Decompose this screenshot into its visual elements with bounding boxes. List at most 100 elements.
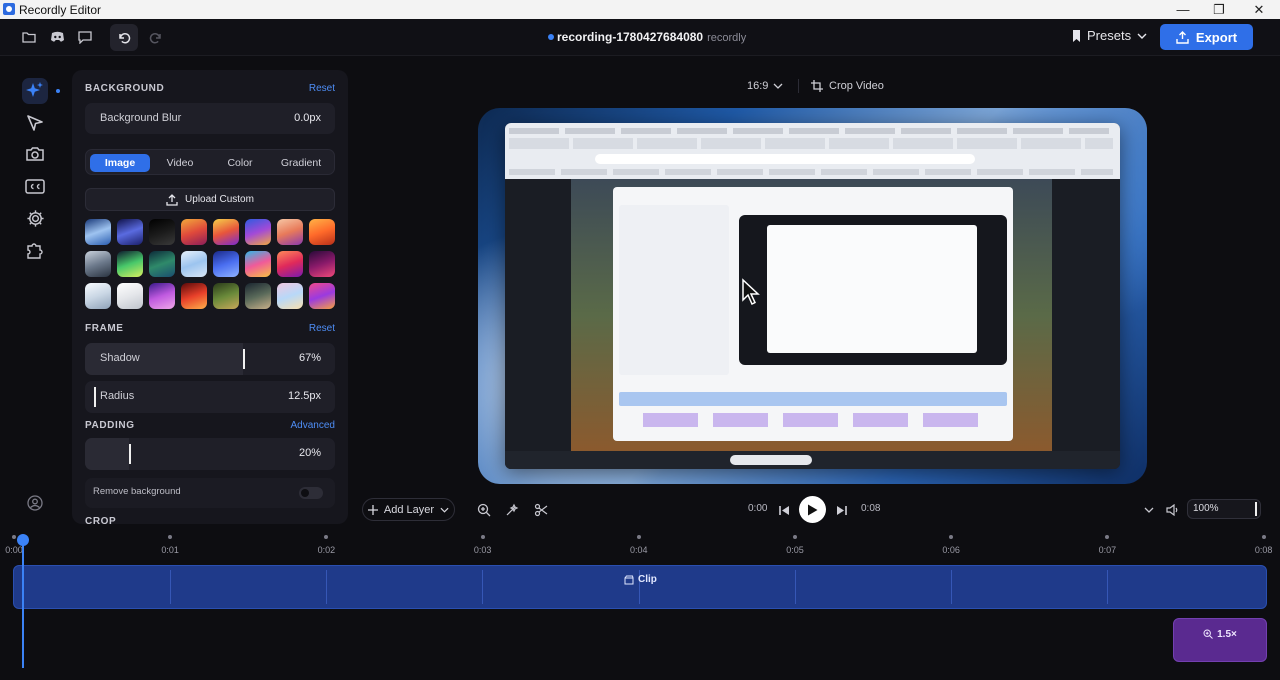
redo-button[interactable] [142,24,170,51]
magic-wand-button[interactable] [503,501,521,519]
wallpaper-swatch-crimson-flare[interactable] [181,283,207,309]
more-options-dropdown[interactable] [1140,501,1158,519]
presets-button[interactable]: Presets [1072,28,1147,43]
padding-value: 20% [298,447,321,459]
nested-editor-window [613,187,1013,441]
sparkles-icon [26,82,43,97]
upload-icon [166,193,178,206]
wallpaper-swatch-blue-wave[interactable] [85,219,111,245]
skip-back-button[interactable] [775,501,793,519]
wallpaper-swatch-orange-glow[interactable] [309,219,335,245]
background-blur-field[interactable]: Background Blur 0.0px [85,103,335,134]
wallpaper-swatch-sunset-red[interactable] [181,219,207,245]
nested-panel [619,205,729,375]
nested-preview [739,215,1007,365]
unsaved-dot [548,34,554,40]
tab-video[interactable]: Video [150,154,210,172]
chevron-down-icon [1144,507,1154,513]
playhead[interactable] [17,534,29,668]
captions-tab-button[interactable] [22,173,48,199]
ruler-tick [1105,535,1110,539]
wallpaper-swatch-rainbow-wave[interactable] [213,219,239,245]
export-button[interactable]: Export [1160,24,1253,50]
window-title: Recordly Editor [19,3,102,17]
wallpaper-swatch-blue-ribbon[interactable] [213,251,239,277]
wallpaper-swatch-magenta-night[interactable] [309,251,335,277]
wallpaper-swatch-violet-ribbon[interactable] [245,219,271,245]
camera-tab-button[interactable] [22,141,48,167]
aspect-ratio-dropdown[interactable]: 16:9 [747,80,783,92]
extensions-tab-button[interactable] [22,237,48,263]
ruler-tick [168,535,173,539]
maximize-button[interactable]: ❐ [1199,0,1239,19]
wallpaper-swatch-mountain-dusk[interactable] [245,283,271,309]
open-folder-icon[interactable] [20,28,38,46]
account-button[interactable] [22,490,48,516]
nested-zoom-track [643,413,983,427]
skip-forward-button[interactable] [832,501,850,519]
frame-reset-link[interactable]: Reset [309,323,335,334]
ruler-label: 0:02 [317,545,336,555]
timeline-zoom-control[interactable]: 100% [1187,499,1261,519]
wallpaper-swatch-pastel-rainbow[interactable] [277,283,303,309]
background-reset-link[interactable]: Reset [309,83,335,94]
padding-slider-thumb[interactable] [129,444,131,464]
wallpaper-swatch-green-aurora[interactable] [117,251,143,277]
toggle-knob [301,489,309,497]
crop-video-button[interactable]: Crop Video [811,80,884,92]
volume-button[interactable] [1164,501,1182,519]
feedback-icon[interactable] [76,28,94,46]
wallpaper-swatch-forest-field[interactable] [213,283,239,309]
close-window-button[interactable]: ✕ [1239,0,1279,19]
wallpaper-swatch-red-pink[interactable] [277,251,303,277]
undo-button[interactable] [110,24,138,51]
bookmark-icon [1073,29,1080,42]
app-logo-icon [3,3,15,15]
wallpaper-swatch-teal-hills[interactable] [149,251,175,277]
export-label: Export [1195,29,1238,45]
play-icon [808,504,818,515]
header-divider [798,79,799,93]
magic-wand-icon [506,503,519,516]
settings-tab-button[interactable] [22,205,48,231]
padding-advanced-link[interactable]: Advanced [291,420,335,431]
wallpaper-swatch-silver-light[interactable] [117,283,143,309]
effects-tab-button[interactable] [22,78,48,104]
upload-custom-button[interactable]: Upload Custom [85,188,335,211]
zoom-clip[interactable]: 1.5× [1173,618,1267,662]
zoom-in-button[interactable] [475,501,493,519]
radius-slider[interactable]: Radius 12.5px [85,381,335,413]
tab-gradient[interactable]: Gradient [270,154,332,172]
minimize-button[interactable]: — [1163,0,1203,19]
shadow-slider[interactable]: Shadow 67% [85,343,335,375]
video-clip-track[interactable] [13,565,1267,609]
discord-icon[interactable] [48,28,66,46]
zoom-clip-label: 1.5× [1217,629,1237,640]
wallpaper-swatch-sky-soft[interactable] [181,251,207,277]
wallpaper-swatch-white-cloud[interactable] [85,283,111,309]
cursor-tab-button[interactable] [22,110,48,136]
wallpaper-swatch-pink-sunrise[interactable] [309,283,335,309]
browser-address-bar [595,154,975,164]
wallpaper-swatch-grey-mist[interactable] [85,251,111,277]
ruler-tick [324,535,329,539]
wallpaper-swatch-indigo-wave[interactable] [117,219,143,245]
tab-color[interactable]: Color [210,154,270,172]
export-icon [1176,30,1189,44]
wallpaper-swatch-purple-haze[interactable] [149,283,175,309]
split-clip-button[interactable] [532,501,550,519]
tab-image[interactable]: Image [90,154,150,172]
ruler-label: 0:04 [630,545,648,555]
shadow-slider-thumb[interactable] [243,349,245,369]
add-layer-button[interactable]: Add Layer [362,498,455,521]
padding-slider[interactable]: 20% [85,438,335,470]
radius-slider-thumb[interactable] [94,387,96,407]
wallpaper-swatch-peach-ribbon[interactable] [277,219,303,245]
zoom-icon [1203,629,1213,639]
wallpaper-swatch-pink-orange[interactable] [245,251,271,277]
wallpaper-swatch-dark-black[interactable] [149,219,175,245]
ruler-label: 0:06 [942,545,960,555]
remove-background-toggle[interactable] [299,487,323,499]
play-button[interactable] [799,496,826,523]
video-preview[interactable] [478,108,1147,484]
